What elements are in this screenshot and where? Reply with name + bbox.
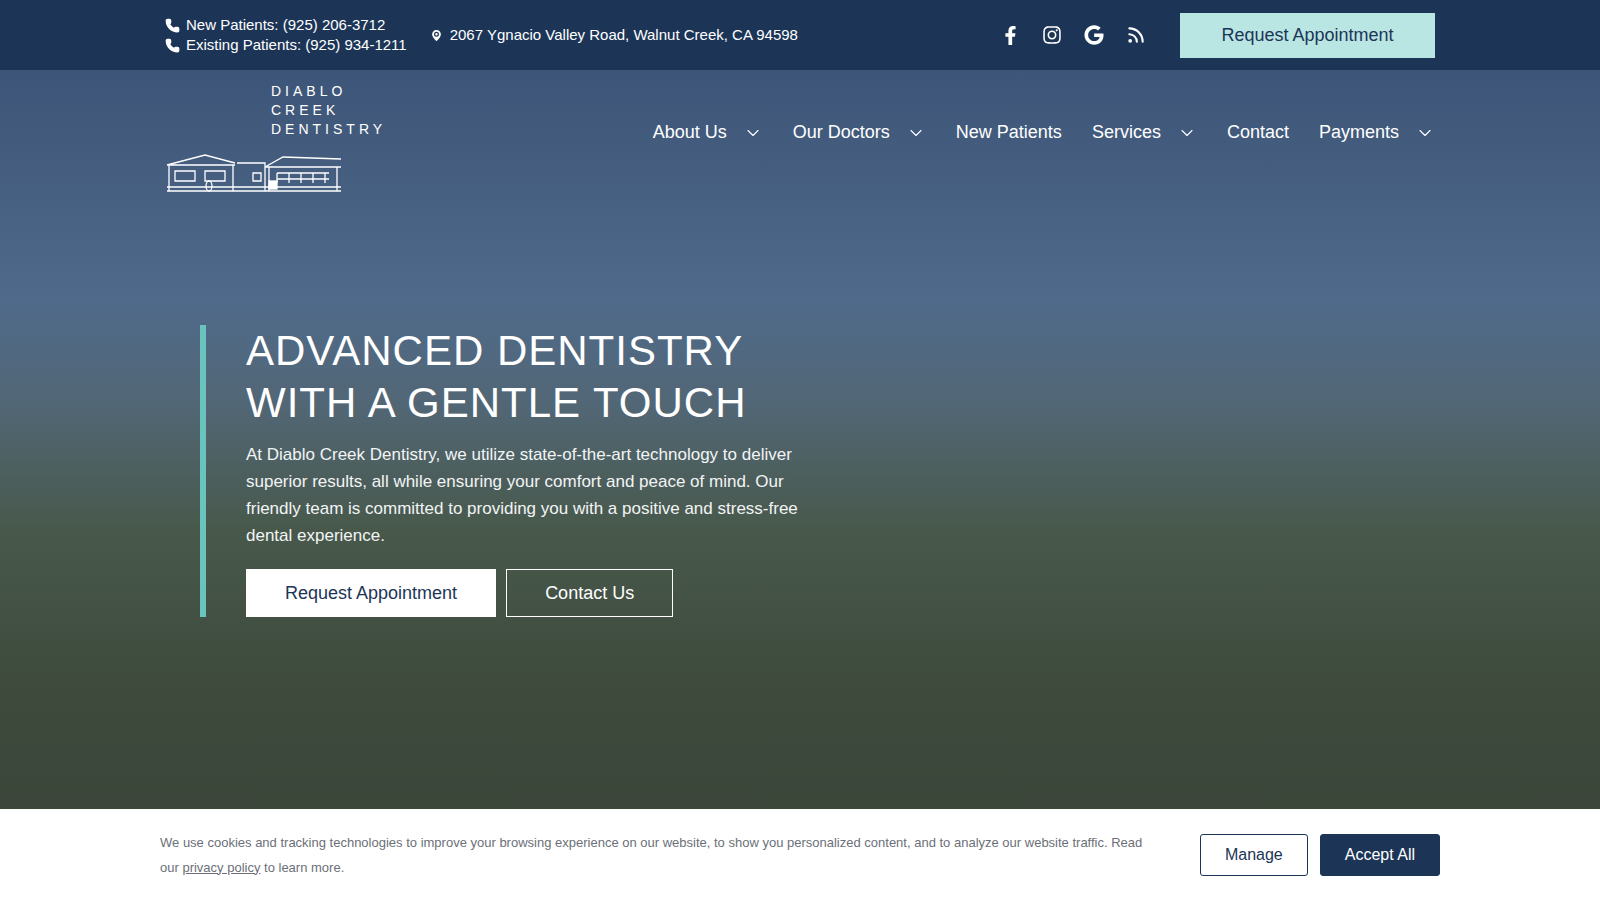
logo-text: DIABLO	[271, 82, 386, 101]
facebook-icon[interactable]	[1001, 26, 1020, 45]
nav-item[interactable]: About Us	[653, 122, 763, 143]
phone-icon	[165, 18, 180, 33]
hero: DIABLOCREEKDENTISTRY About Us Our Doctors N…	[0, 70, 1600, 900]
chevron-down-icon	[906, 123, 926, 143]
nav-item[interactable]: Services	[1092, 122, 1197, 143]
phone-link[interactable]: Existing Patients: (925) 934-1211	[165, 36, 407, 54]
cookie-button[interactable]: Manage	[1200, 834, 1308, 876]
hero-button[interactable]: Request Appointment	[246, 569, 496, 617]
google-icon[interactable]	[1084, 25, 1104, 45]
logo-text: DENTISTRY	[271, 120, 386, 139]
phone-link[interactable]: New Patients: (925) 206-3712	[165, 16, 407, 34]
instagram-icon[interactable]	[1042, 25, 1062, 45]
nav-item[interactable]: Contact	[1227, 122, 1289, 143]
page: New Patients: (925) 206-3712 Existing Pat…	[0, 0, 1600, 900]
social-links	[1001, 25, 1146, 45]
hero-button[interactable]: Contact Us	[506, 569, 673, 617]
privacy-policy-link[interactable]: privacy policy	[182, 860, 260, 875]
chevron-down-icon	[1177, 123, 1197, 143]
nav-item[interactable]: New Patients	[956, 122, 1062, 143]
hero-text: At Diablo Creek Dentistry, we utilize st…	[246, 441, 816, 549]
address-link[interactable]: 2067 Ygnacio Valley Road, Walnut Creek, …	[429, 26, 798, 44]
phone-list: New Patients: (925) 206-3712 Existing Pat…	[165, 16, 407, 54]
logo[interactable]: DIABLOCREEKDENTISTRY	[165, 82, 386, 197]
cookie-banner: We use cookies and tracking technologies…	[0, 809, 1600, 900]
nav-item[interactable]: Our Doctors	[793, 122, 926, 143]
blog-icon[interactable]	[1126, 25, 1146, 45]
hero-content: ADVANCED DENTISTRYWITH A GENTLE TOUCH At …	[200, 325, 816, 617]
chevron-down-icon	[1415, 123, 1435, 143]
hero-title: ADVANCED DENTISTRYWITH A GENTLE TOUCH	[246, 325, 816, 429]
cookie-text: We use cookies and tracking technologies…	[160, 830, 1160, 880]
request-appointment-button[interactable]: Request Appointment	[1180, 13, 1435, 58]
main-nav: About Us Our Doctors New Patients Services C…	[653, 82, 1435, 143]
nav-item[interactable]: Payments	[1319, 122, 1435, 143]
top-bar: New Patients: (925) 206-3712 Existing Pat…	[0, 0, 1600, 70]
phone-icon	[165, 38, 180, 53]
logo-text: CREEK	[271, 101, 386, 120]
chevron-down-icon	[743, 123, 763, 143]
map-pin-icon	[429, 28, 444, 43]
building-logo-icon	[165, 153, 343, 193]
cookie-button[interactable]: Accept All	[1320, 834, 1440, 876]
